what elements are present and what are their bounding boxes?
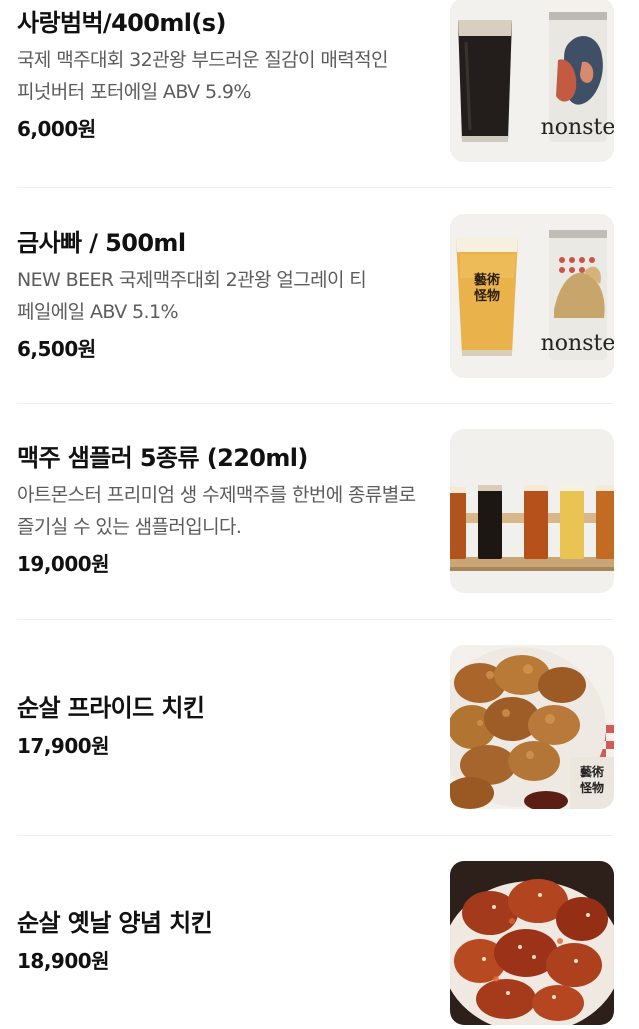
menu-item-saranbeombeok[interactable]: 사랑범벅/400ml(s) 국제 맥주대회 32관왕 부드러운 질감이 매력적인…: [17, 0, 614, 165]
menu-item-fried-chicken[interactable]: 순살 프라이드 치킨 17,900원 藝術 怪物: [17, 645, 614, 812]
menu-item-price: 6,500원: [17, 337, 96, 361]
menu-item-geumsappa[interactable]: 금사빠 / 500ml NEW BEER 국제맥주대회 2관왕 얼그레이 티 페…: [17, 214, 614, 381]
menu-item-image-fried-chicken[interactable]: 藝術 怪物: [450, 645, 614, 809]
menu-item-name: 순살 옛날 양념 치킨: [17, 909, 213, 937]
menu-item-name: 순살 프라이드 치킨: [17, 694, 205, 722]
menu-item-text: 사랑범벅/400ml(s) 국제 맥주대회 32관왕 부드러운 질감이 매력적인…: [17, 8, 427, 142]
menu-item-price: 17,900원: [17, 734, 110, 758]
menu-item-sampler[interactable]: 맥주 샘플러 5종류 (220ml) 아트몬스터 프리미엄 생 수제맥주를 한번…: [17, 429, 614, 596]
glass-logo-line1: 藝術: [474, 272, 500, 288]
menu-item-price: 6,000원: [17, 117, 96, 141]
porter-glass-and-can-image: nonste: [450, 0, 614, 162]
menu-item-price: 18,900원: [17, 949, 110, 973]
menu-item-description: 아트몬스터 프리미엄 생 수제맥주를 한번에 종류별로 즐기실 수 있는 샘플러…: [17, 484, 416, 538]
seasoned-chicken-image: [450, 861, 614, 1025]
menu-item-image-pale-ale[interactable]: 藝術 怪物 nonste: [450, 214, 614, 378]
divider: [17, 619, 614, 620]
beer-sampler-image: [450, 429, 614, 593]
menu-item-description: NEW BEER 국제맥주대회 2관왕 얼그레이 티 페일에일 ABV 5.1%: [17, 269, 367, 323]
menu-item-text: 맥주 샘플러 5종류 (220ml) 아트몬스터 프리미엄 생 수제맥주를 한번…: [17, 443, 427, 577]
can-label: nonste: [541, 331, 614, 356]
menu-item-image-porter[interactable]: nonste: [450, 0, 614, 162]
menu-item-name: 맥주 샘플러 5종류 (220ml): [17, 444, 308, 472]
card-line2: 怪物: [579, 780, 604, 795]
pale-ale-glass-and-can-image: 藝術 怪物 nonste: [450, 214, 614, 378]
divider: [17, 835, 614, 836]
fried-chicken-image: 藝術 怪物: [450, 645, 614, 809]
menu-item-text: 순살 옛날 양념 치킨 18,900원: [17, 908, 427, 974]
menu-item-seasoned-chicken[interactable]: 순살 옛날 양념 치킨 18,900원: [17, 861, 614, 1028]
menu-item-image-seasoned-chicken[interactable]: [450, 861, 614, 1025]
divider: [17, 187, 614, 188]
menu-item-price: 19,000원: [17, 552, 110, 576]
menu-item-name: 금사빠 / 500ml: [17, 229, 186, 257]
glass-logo-line2: 怪物: [474, 288, 500, 304]
menu-item-text: 금사빠 / 500ml NEW BEER 국제맥주대회 2관왕 얼그레이 티 페…: [17, 228, 427, 362]
can-label: nonste: [541, 115, 614, 140]
card-line1: 藝術: [580, 764, 604, 779]
menu-item-name: 사랑범벅/400ml(s): [17, 9, 226, 37]
divider: [17, 403, 614, 404]
menu-item-text: 순살 프라이드 치킨 17,900원: [17, 693, 427, 759]
menu-item-image-sampler[interactable]: [450, 429, 614, 593]
menu-item-description: 국제 맥주대회 32관왕 부드러운 질감이 매력적인 피넛버터 포터에일 ABV…: [17, 49, 389, 103]
